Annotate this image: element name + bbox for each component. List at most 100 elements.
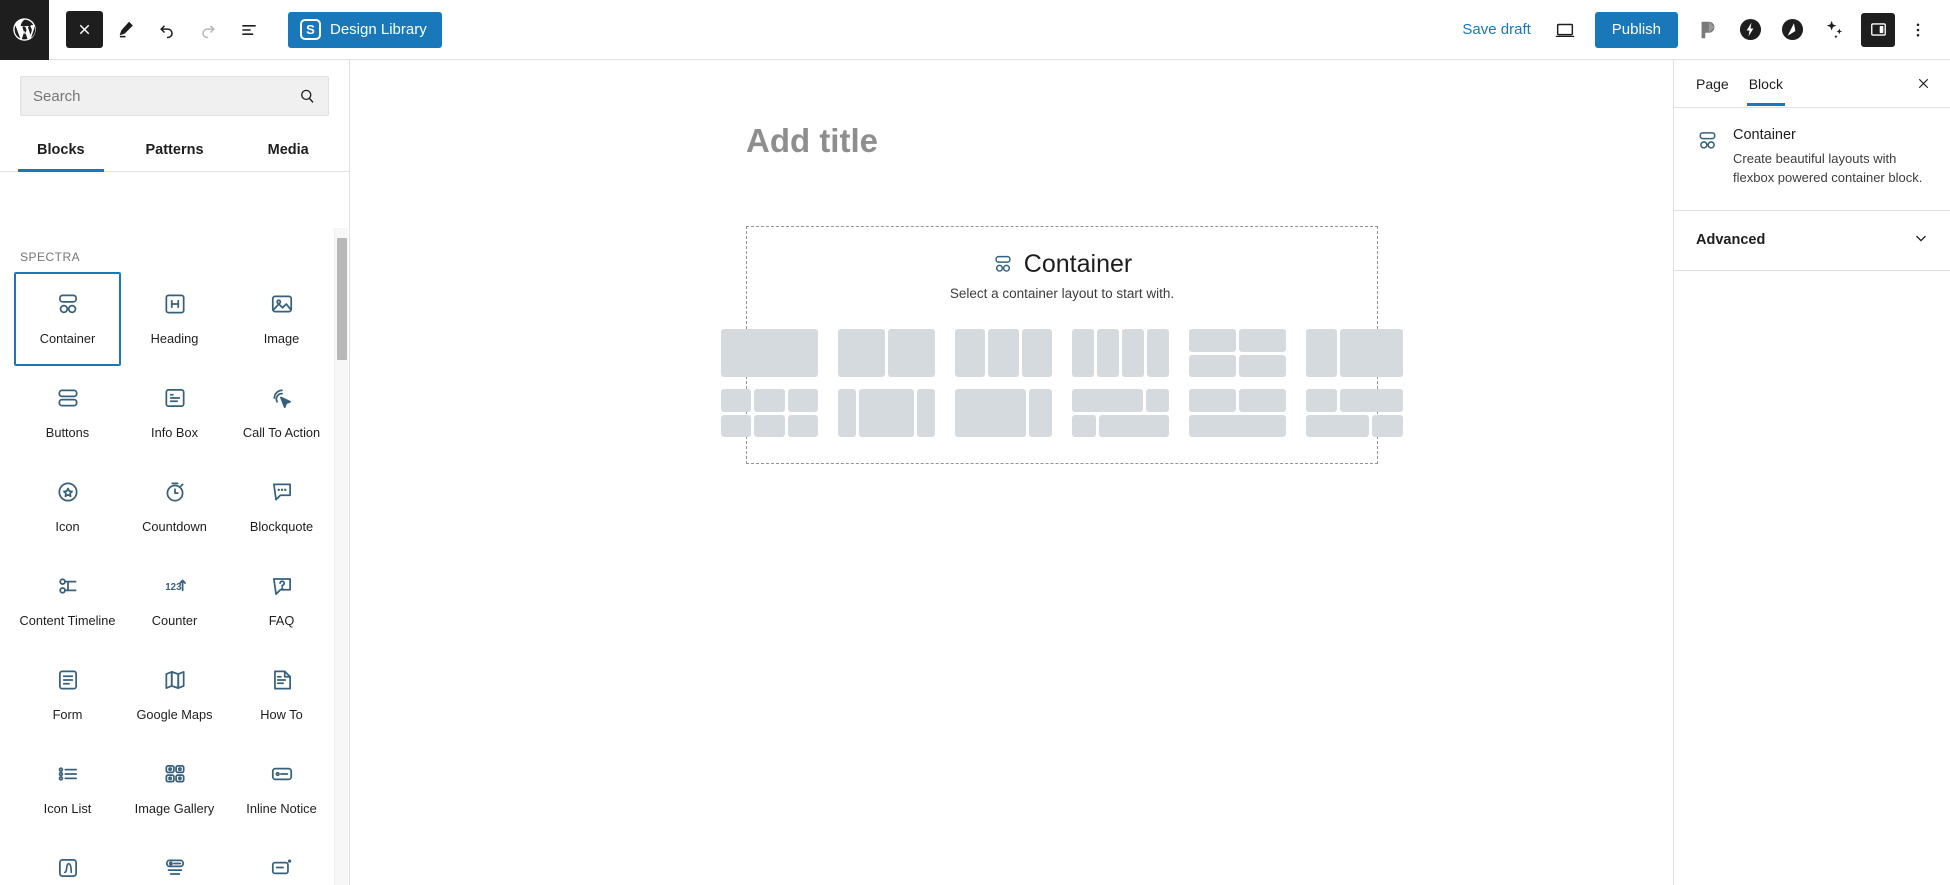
layout-1-column[interactable] — [721, 329, 818, 377]
layout-preview-row — [838, 329, 935, 377]
block-item-heading[interactable]: Heading — [121, 272, 228, 366]
more-options-icon[interactable] — [1899, 11, 1936, 48]
layout-3-columns[interactable] — [955, 329, 1052, 377]
layout-narrow-wide-narrow[interactable] — [838, 389, 935, 437]
undo-icon[interactable] — [148, 11, 185, 48]
block-item-blockquote[interactable]: Blockquote — [228, 460, 335, 554]
layout-preview-cell — [1122, 329, 1144, 377]
block-item-countdown[interactable]: Countdown — [121, 460, 228, 554]
block-item-google-maps[interactable]: Google Maps — [121, 648, 228, 742]
layout-4-columns[interactable] — [1072, 329, 1169, 377]
list-view-icon[interactable] — [230, 11, 267, 48]
block-item-label: Form — [52, 707, 83, 722]
block-item-how-to[interactable]: How To — [228, 648, 335, 742]
block-item-marketing[interactable]: Marketing — [121, 836, 228, 885]
layout-preview-cell — [1189, 389, 1236, 412]
layout-preview-cell — [1371, 414, 1403, 437]
section-advanced[interactable]: Advanced — [1674, 211, 1950, 271]
settings-sidebar-toggle[interactable] — [1861, 12, 1895, 47]
blockquote-icon — [269, 477, 295, 507]
layout-row-2 — [721, 389, 1403, 437]
layout-preview-cell — [1239, 329, 1286, 352]
buttons-icon — [55, 383, 81, 413]
sparkles-ai-icon[interactable] — [1815, 11, 1853, 49]
tab-block[interactable]: Block — [1739, 62, 1793, 106]
layout-preview-cell — [955, 329, 986, 377]
marketing-icon — [162, 853, 188, 883]
layout-wide-narrow-over-narrow-wide[interactable] — [1072, 389, 1169, 437]
container-block-placeholder[interactable]: Container Select a container layout to s… — [721, 226, 1403, 464]
block-item-label: FAQ — [268, 613, 295, 628]
layout-preview-cell — [1072, 414, 1096, 437]
layout-2-columns[interactable] — [838, 329, 935, 377]
block-item-label: Content Timeline — [19, 613, 116, 628]
tab-blocks[interactable]: Blocks — [4, 130, 118, 172]
countdown-icon — [162, 477, 188, 507]
layout-narrow-wide-over-wide-narrow[interactable] — [1306, 389, 1403, 437]
search-input[interactable] — [21, 87, 298, 105]
layout-preview-cell — [916, 389, 935, 437]
block-item-icon-list[interactable]: Icon List — [14, 742, 121, 836]
content-timeline-icon — [55, 571, 81, 601]
preview-device-icon[interactable] — [1547, 11, 1584, 48]
layout-3x2-grid[interactable] — [721, 389, 818, 437]
close-icon[interactable] — [66, 11, 103, 48]
block-item-icon[interactable]: Icon — [14, 460, 121, 554]
inserter-scrollbar[interactable] — [334, 228, 348, 885]
tab-patterns[interactable]: Patterns — [118, 130, 232, 171]
publish-button[interactable]: Publish — [1594, 11, 1678, 48]
inserter-tabs: Blocks Patterns Media — [0, 130, 349, 172]
layout-preview-cell — [988, 329, 1019, 377]
wordpress-logo-icon[interactable] — [0, 0, 49, 60]
layout-preview-cell — [721, 329, 818, 377]
block-info-card: Container Create beautiful layouts with … — [1674, 108, 1950, 211]
edit-pencil-icon[interactable] — [107, 11, 144, 48]
layout-preview-row — [721, 389, 818, 412]
post-title-input[interactable]: Add title — [722, 122, 1673, 160]
block-item-modal[interactable]: Modal — [228, 836, 335, 885]
save-draft-button[interactable]: Save draft — [1450, 13, 1542, 46]
layout-wide-narrow[interactable] — [955, 389, 1052, 437]
block-item-label: Container — [39, 331, 96, 346]
block-item-counter[interactable]: 123 Counter — [121, 554, 228, 648]
block-item-image-gallery[interactable]: Image Gallery — [121, 742, 228, 836]
layout-preview-cell — [1098, 414, 1169, 437]
layout-preview-cell — [754, 389, 785, 412]
block-item-inline-notice[interactable]: Inline Notice — [228, 742, 335, 836]
top-bar-left-tools: S Design Library — [49, 11, 442, 48]
search-box[interactable] — [20, 76, 329, 116]
presto-player-icon[interactable] — [1689, 11, 1727, 49]
layout-preview-row — [1072, 389, 1169, 412]
layout-narrow-wide[interactable] — [1306, 329, 1403, 377]
layout-two-over-one[interactable] — [1189, 389, 1286, 437]
design-library-button[interactable]: S Design Library — [288, 11, 442, 48]
block-item-info-box[interactable]: Info Box — [121, 366, 228, 460]
block-item-content-timeline[interactable]: Content Timeline — [14, 554, 121, 648]
layout-preview-cell — [1072, 389, 1143, 412]
close-icon[interactable] — [1908, 69, 1938, 99]
top-bar-right-tools: Save draft Publish — [1450, 11, 1950, 49]
layout-preview-cell — [1340, 389, 1403, 412]
tab-media[interactable]: Media — [231, 130, 345, 171]
block-item-faq[interactable]: FAQ — [228, 554, 335, 648]
layout-preview-cell — [1306, 389, 1338, 412]
inline-notice-icon — [269, 759, 295, 789]
block-item-label: Inline Notice — [246, 801, 317, 816]
block-item-buttons[interactable]: Buttons — [14, 366, 121, 460]
block-item-image[interactable]: Image — [228, 272, 335, 366]
block-item-container[interactable]: Container — [14, 272, 121, 366]
astra-icon[interactable] — [1773, 11, 1811, 49]
block-item-call-to-action[interactable]: Call To Action — [228, 366, 335, 460]
layout-preview-cell — [1145, 389, 1169, 412]
layout-preview-row — [955, 389, 1052, 437]
layout-preview-cell — [888, 329, 935, 377]
block-inserter-panel: Blocks Patterns Media SPECTRA Container H… — [0, 60, 350, 885]
block-item-form[interactable]: Form — [14, 648, 121, 742]
block-item-lottie[interactable]: Lottie — [14, 836, 121, 885]
scrollbar-thumb[interactable] — [337, 238, 347, 360]
layout-2x2-grid[interactable] — [1189, 329, 1286, 377]
layout-preview-row — [721, 329, 818, 377]
tab-page[interactable]: Page — [1686, 62, 1739, 105]
faq-icon — [269, 571, 295, 601]
lightning-bolt-icon[interactable] — [1731, 11, 1769, 49]
